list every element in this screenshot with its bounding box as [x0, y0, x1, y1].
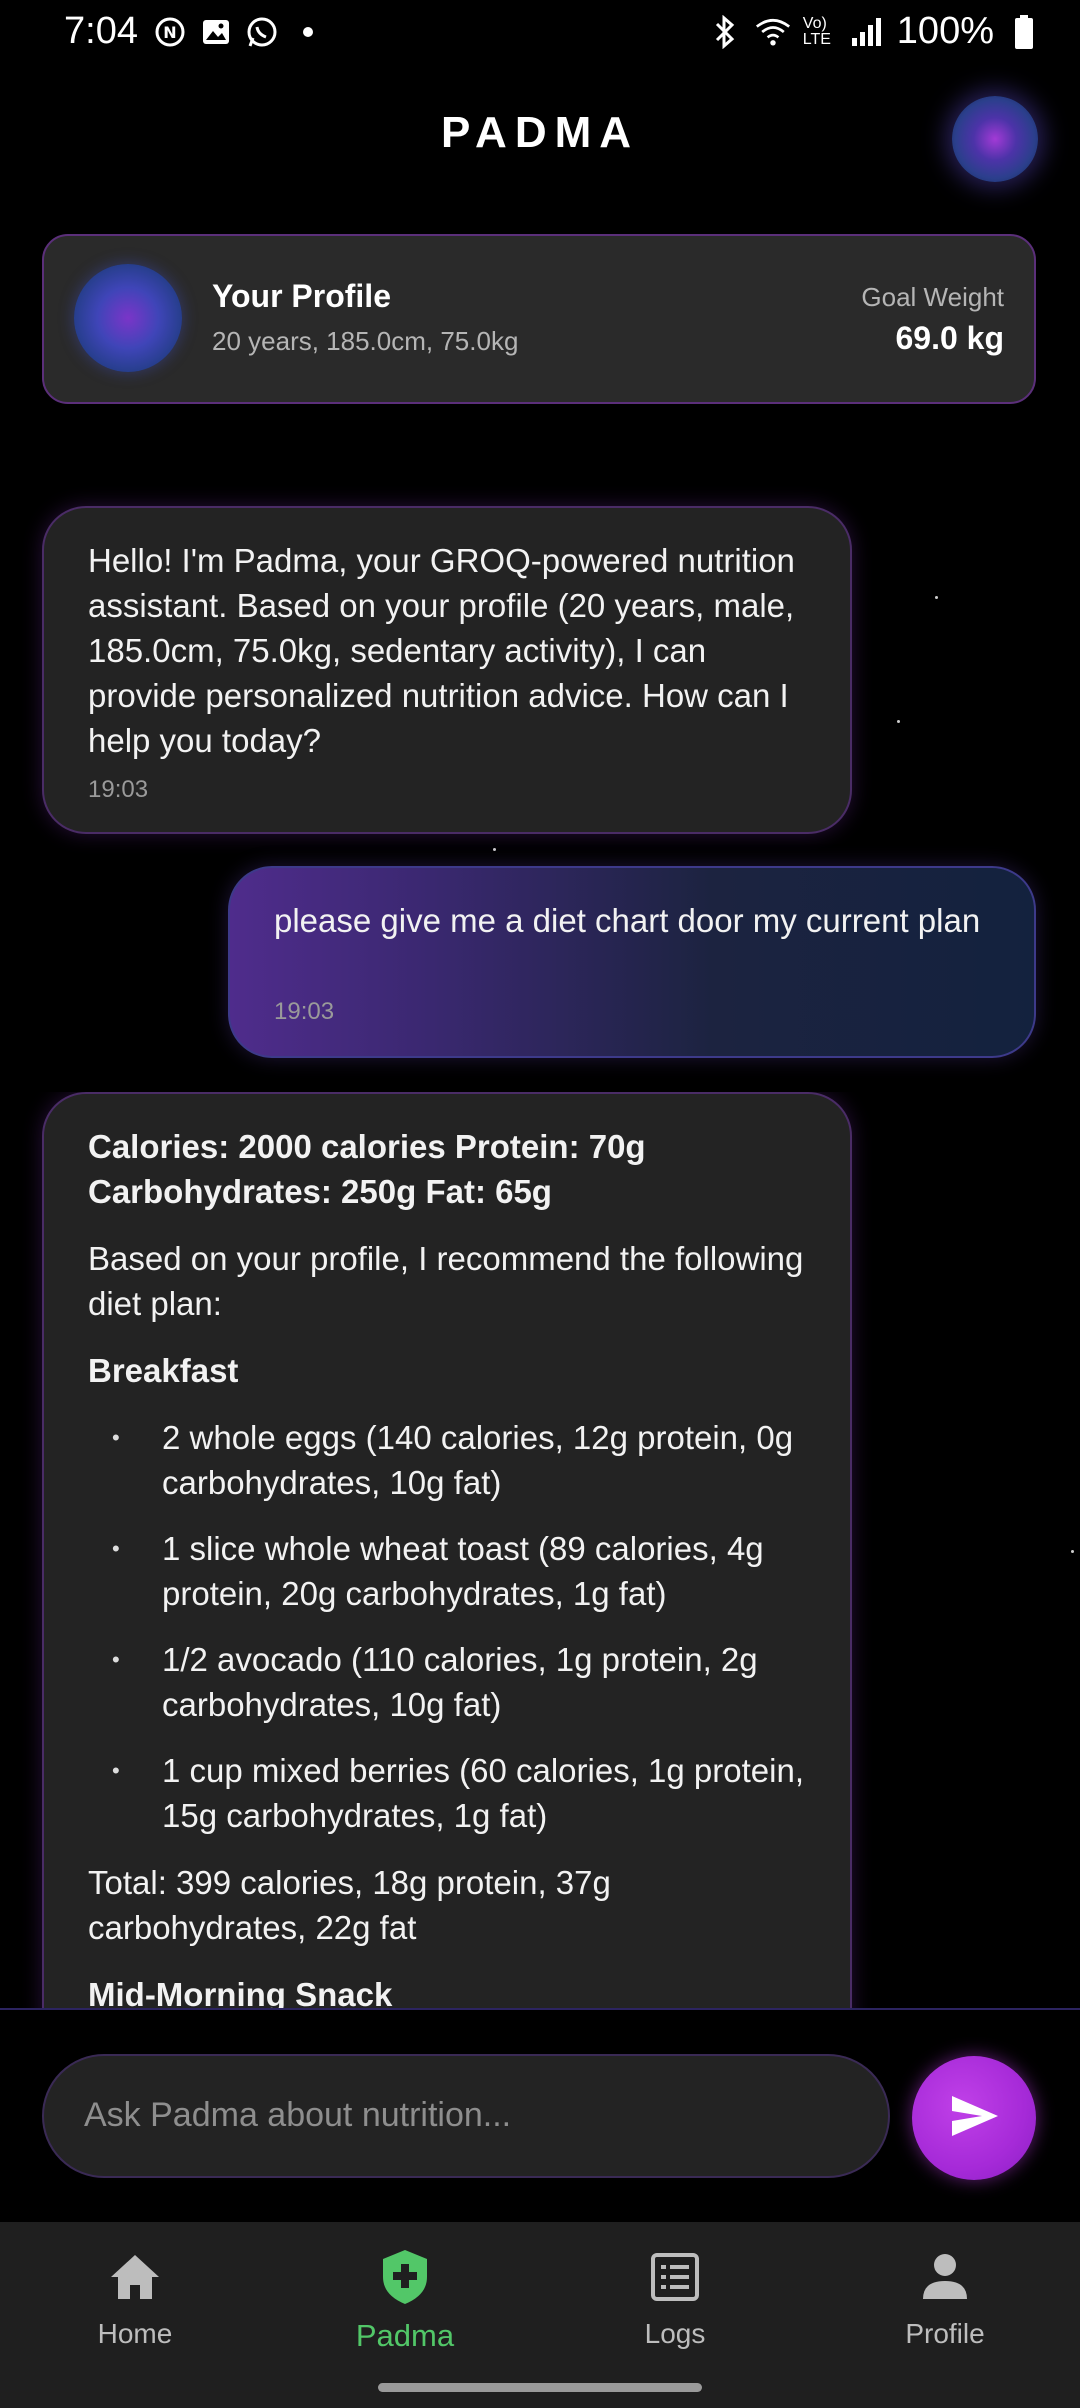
chat-scroll-area[interactable]: Calories: 2000 calories Protein: 70g Car…	[0, 1092, 1080, 2010]
star-decoration	[897, 720, 900, 723]
diet-intro: Based on your profile, I recommend the f…	[88, 1240, 804, 1322]
profile-details: 20 years, 185.0cm, 75.0kg	[212, 326, 519, 356]
message-time: 19:03	[88, 776, 149, 803]
macro-summary: Calories: 2000 calories Protein: 70g Car…	[88, 1128, 646, 1210]
dot-icon	[290, 14, 326, 50]
list-item: 1 slice whole wheat toast (89 calories, …	[88, 1526, 818, 1616]
star-decoration	[935, 596, 938, 599]
profile-avatar	[74, 264, 182, 372]
nav-item-home[interactable]: Home	[0, 2244, 270, 2350]
assistant-message: Hello! I'm Padma, your GROQ-powered nutr…	[42, 506, 852, 834]
svg-text:N: N	[163, 23, 176, 42]
app-title: PADMA	[440, 108, 640, 157]
nav-label: Padma	[355, 2318, 455, 2353]
message-time: 19:03	[274, 998, 335, 1025]
profile-title: Your Profile	[212, 278, 391, 314]
person-icon	[810, 2244, 1080, 2310]
input-placeholder: Ask Padma about nutrition...	[84, 2096, 512, 2134]
send-icon	[944, 2086, 1004, 2150]
diet-plan-content: Calories: 2000 calories Protein: 70g Car…	[88, 1124, 818, 2010]
star-decoration	[493, 848, 496, 851]
volte-icon: Vo) LTE	[802, 14, 831, 48]
padma-orb-avatar[interactable]	[952, 96, 1038, 182]
shield-plus-icon	[270, 2244, 540, 2310]
message-text: Hello! I'm Padma, your GROQ-powered nutr…	[88, 542, 795, 759]
gallery-icon	[198, 14, 234, 50]
list-item: 2 whole eggs (140 calories, 12g protein,…	[88, 1415, 818, 1505]
wifi-icon	[755, 14, 791, 50]
system-status: Vo) LTE 100%	[707, 10, 1042, 53]
profile-card[interactable]	[42, 234, 1036, 404]
bluetooth-icon	[707, 14, 743, 50]
message-text: please give me a diet chart door my curr…	[274, 902, 981, 939]
nfc-icon: N	[152, 14, 188, 50]
user-message: please give me a diet chart door my curr…	[228, 866, 1036, 1058]
divider	[0, 2008, 1080, 2010]
nav-label: Logs	[644, 2318, 706, 2349]
goal-weight-label: Goal Weight	[861, 282, 1004, 312]
battery-icon	[1006, 14, 1042, 50]
breakfast-total: Total: 399 calories, 18g protein, 37g ca…	[88, 1864, 611, 1946]
section-title-snack: Mid-Morning Snack	[88, 1976, 393, 2010]
notification-icons: N	[152, 14, 326, 50]
section-title-breakfast: Breakfast	[88, 1352, 239, 1389]
nav-item-padma[interactable]: Padma	[270, 2244, 540, 2354]
nav-label: Profile	[905, 2318, 985, 2349]
send-button[interactable]	[912, 2056, 1036, 2180]
signal-icon	[849, 14, 885, 50]
status-bar: 7:04 N Vo) LTE 100%	[0, 0, 1080, 64]
nav-item-profile[interactable]: Profile	[810, 2244, 1080, 2350]
assistant-message: Calories: 2000 calories Protein: 70g Car…	[42, 1092, 852, 2010]
status-time: 7:04	[64, 10, 138, 52]
goal-weight-value: 69.0 kg	[895, 320, 1004, 356]
whatsapp-icon	[244, 14, 280, 50]
list-item: 1 cup mixed berries (60 calories, 1g pro…	[88, 1748, 818, 1838]
breakfast-list: 2 whole eggs (140 calories, 12g protein,…	[88, 1415, 818, 1838]
battery-percent: 100%	[896, 10, 994, 52]
home-indicator[interactable]	[378, 2383, 702, 2392]
nav-item-logs[interactable]: Logs	[540, 2244, 810, 2350]
list-icon	[540, 2244, 810, 2310]
nav-label: Home	[97, 2318, 173, 2349]
home-icon	[0, 2244, 270, 2310]
list-item: 1/2 avocado (110 calories, 1g protein, 2…	[88, 1637, 818, 1727]
